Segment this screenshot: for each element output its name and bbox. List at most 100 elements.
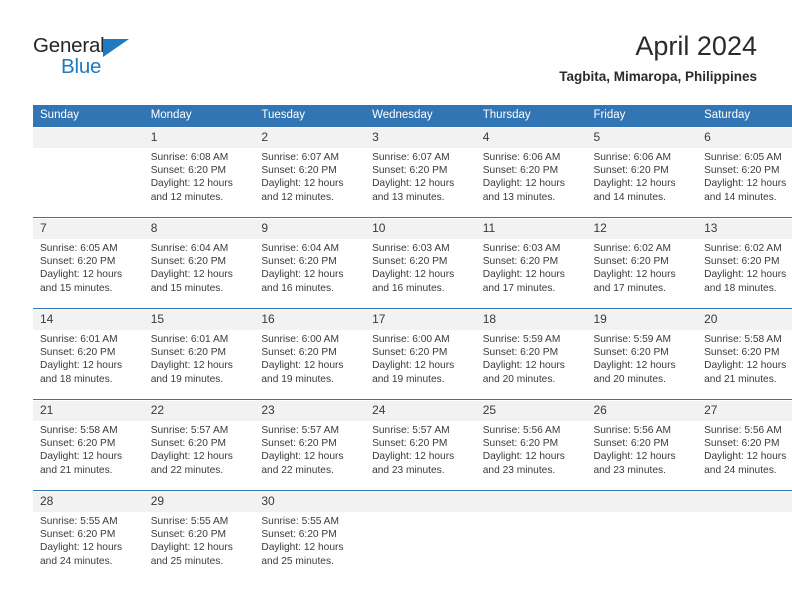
- day-number-cell[interactable]: 5: [586, 128, 698, 148]
- day-number-cell[interactable]: 23: [254, 401, 366, 421]
- day-number-cell-empty: [475, 492, 587, 512]
- day-cell-empty: [365, 512, 476, 572]
- day-number-cell-empty: [586, 492, 698, 512]
- day-cell[interactable]: Sunrise: 5:55 AM Sunset: 6:20 PM Daylight:…: [144, 512, 255, 572]
- day-cell[interactable]: Sunrise: 5:55 AM Sunset: 6:20 PM Daylight:…: [254, 512, 365, 572]
- day-cell[interactable]: Sunrise: 6:03 AM Sunset: 6:20 PM Daylight:…: [365, 239, 476, 299]
- day-number-cell[interactable]: 9: [254, 219, 366, 239]
- day-cell[interactable]: Sunrise: 6:05 AM Sunset: 6:20 PM Daylight:…: [33, 239, 144, 299]
- day-number-cell[interactable]: 16: [254, 310, 366, 330]
- day-number-cell[interactable]: 25: [475, 401, 587, 421]
- daylight-duration-line2: and 18 minutes.: [704, 282, 777, 294]
- day-number-cell[interactable]: 21: [33, 401, 144, 421]
- day-number-cell[interactable]: 29: [143, 492, 255, 512]
- sunrise-sunset-calendar-table: Sunday Monday Tuesday Wednesday Thursday…: [33, 105, 792, 572]
- daylight-duration-line1: Daylight: 12 hours: [261, 360, 344, 372]
- day-number-cell[interactable]: 13: [697, 219, 792, 239]
- day-number-cell[interactable]: 30: [254, 492, 366, 512]
- day-number-cell-empty: [33, 128, 144, 148]
- day-cell[interactable]: Sunrise: 6:07 AM Sunset: 6:20 PM Daylight:…: [254, 148, 365, 208]
- daylight-duration-line1: Daylight: 12 hours: [261, 451, 344, 463]
- sunrise-time: Sunrise: 5:55 AM: [150, 516, 229, 527]
- sunrise-time: Sunrise: 5:55 AM: [261, 516, 339, 527]
- day-number-cell[interactable]: 8: [143, 219, 255, 239]
- sunset-time: Sunset: 6:20 PM: [704, 438, 780, 450]
- sunset-time: Sunset: 6:20 PM: [40, 347, 116, 359]
- day-cell-empty: [697, 512, 792, 572]
- daylight-duration-line1: Daylight: 12 hours: [704, 360, 787, 372]
- day-cell[interactable]: Sunrise: 5:56 AM Sunset: 6:20 PM Daylight:…: [476, 421, 587, 481]
- week-daynumber-row: 28 29 30: [33, 492, 792, 512]
- daylight-duration-line2: and 16 minutes.: [372, 282, 445, 294]
- day-number-cell[interactable]: 10: [365, 219, 476, 239]
- day-cell[interactable]: Sunrise: 6:03 AM Sunset: 6:20 PM Daylight:…: [476, 239, 587, 299]
- sunrise-time: Sunrise: 5:58 AM: [704, 334, 782, 345]
- weekday-header-tuesday: Tuesday: [254, 105, 366, 127]
- daylight-duration-line1: Daylight: 12 hours: [150, 178, 233, 190]
- day-cell[interactable]: Sunrise: 6:00 AM Sunset: 6:20 PM Daylight:…: [365, 330, 476, 390]
- daylight-duration-line2: and 25 minutes.: [150, 555, 224, 567]
- day-number-cell[interactable]: 15: [143, 310, 255, 330]
- daylight-duration-line1: Daylight: 12 hours: [372, 269, 455, 281]
- weekday-header-monday: Monday: [143, 105, 255, 127]
- day-number-cell[interactable]: 7: [33, 219, 144, 239]
- day-cell[interactable]: Sunrise: 6:01 AM Sunset: 6:20 PM Daylight:…: [144, 330, 255, 390]
- day-cell[interactable]: Sunrise: 5:59 AM Sunset: 6:20 PM Daylight:…: [476, 330, 587, 390]
- day-number-cell[interactable]: 11: [475, 219, 587, 239]
- daylight-duration-line1: Daylight: 12 hours: [40, 269, 123, 281]
- day-number-cell[interactable]: 24: [365, 401, 476, 421]
- day-cell[interactable]: Sunrise: 5:57 AM Sunset: 6:20 PM Daylight:…: [144, 421, 255, 481]
- day-cell[interactable]: Sunrise: 5:59 AM Sunset: 6:20 PM Daylight:…: [586, 330, 697, 390]
- week-detail-row: Sunrise: 6:08 AM Sunset: 6:20 PM Daylight:…: [33, 148, 792, 208]
- day-number-cell[interactable]: 19: [586, 310, 698, 330]
- page-subtitle-location: Tagbita, Mimaropa, Philippines: [559, 69, 757, 84]
- day-cell[interactable]: Sunrise: 5:55 AM Sunset: 6:20 PM Daylight:…: [33, 512, 144, 572]
- day-cell[interactable]: Sunrise: 6:02 AM Sunset: 6:20 PM Daylight:…: [586, 239, 697, 299]
- day-cell[interactable]: Sunrise: 6:01 AM Sunset: 6:20 PM Daylight:…: [33, 330, 144, 390]
- sunrise-time: Sunrise: 5:59 AM: [482, 334, 561, 345]
- day-cell[interactable]: Sunrise: 6:04 AM Sunset: 6:20 PM Daylight:…: [254, 239, 365, 299]
- day-number-cell[interactable]: 2: [254, 128, 366, 148]
- day-number-cell[interactable]: 20: [697, 310, 792, 330]
- daylight-duration-line1: Daylight: 12 hours: [372, 360, 455, 372]
- day-number-cell[interactable]: 3: [365, 128, 476, 148]
- day-number-cell[interactable]: 26: [586, 401, 698, 421]
- sunset-time: Sunset: 6:20 PM: [40, 438, 116, 450]
- day-cell[interactable]: Sunrise: 6:02 AM Sunset: 6:20 PM Daylight:…: [697, 239, 792, 299]
- day-cell[interactable]: Sunrise: 5:57 AM Sunset: 6:20 PM Daylight:…: [254, 421, 365, 481]
- daylight-duration-line1: Daylight: 12 hours: [593, 269, 676, 281]
- day-number-cell[interactable]: 17: [365, 310, 476, 330]
- day-number-cell[interactable]: 12: [586, 219, 698, 239]
- sunrise-time: Sunrise: 6:02 AM: [593, 243, 672, 254]
- daylight-duration-line1: Daylight: 12 hours: [372, 178, 455, 190]
- day-number-cell[interactable]: 18: [475, 310, 587, 330]
- week-daynumber-row: 7 8 9 10 11 12 13: [33, 219, 792, 239]
- day-number-cell[interactable]: 1: [143, 128, 255, 148]
- day-cell[interactable]: Sunrise: 5:58 AM Sunset: 6:20 PM Daylight:…: [33, 421, 144, 481]
- logo-text-general: General: [33, 34, 105, 57]
- day-cell[interactable]: Sunrise: 5:56 AM Sunset: 6:20 PM Daylight:…: [697, 421, 792, 481]
- week-spacer: [33, 299, 792, 309]
- day-number-cell[interactable]: 28: [33, 492, 144, 512]
- day-number-cell[interactable]: 27: [697, 401, 792, 421]
- sunset-time: Sunset: 6:20 PM: [150, 165, 227, 177]
- day-cell[interactable]: Sunrise: 6:07 AM Sunset: 6:20 PM Daylight:…: [365, 148, 476, 208]
- day-cell[interactable]: Sunrise: 5:57 AM Sunset: 6:20 PM Daylight:…: [365, 421, 476, 481]
- sunrise-time: Sunrise: 6:03 AM: [372, 243, 450, 254]
- day-number-cell[interactable]: 14: [33, 310, 144, 330]
- day-cell[interactable]: Sunrise: 6:04 AM Sunset: 6:20 PM Daylight:…: [144, 239, 255, 299]
- day-number-cell[interactable]: 4: [475, 128, 587, 148]
- day-cell[interactable]: Sunrise: 5:58 AM Sunset: 6:20 PM Daylight:…: [697, 330, 792, 390]
- day-cell[interactable]: Sunrise: 6:05 AM Sunset: 6:20 PM Daylight:…: [697, 148, 792, 208]
- day-cell[interactable]: Sunrise: 6:08 AM Sunset: 6:20 PM Daylight:…: [144, 148, 255, 208]
- daylight-duration-line1: Daylight: 12 hours: [40, 451, 123, 463]
- day-cell[interactable]: Sunrise: 6:06 AM Sunset: 6:20 PM Daylight:…: [586, 148, 697, 208]
- day-number-cell[interactable]: 6: [697, 128, 792, 148]
- day-cell[interactable]: Sunrise: 6:06 AM Sunset: 6:20 PM Daylight:…: [476, 148, 587, 208]
- day-cell[interactable]: Sunrise: 6:00 AM Sunset: 6:20 PM Daylight:…: [254, 330, 365, 390]
- sunrise-time: Sunrise: 6:07 AM: [372, 152, 450, 163]
- sunset-time: Sunset: 6:20 PM: [261, 165, 337, 177]
- day-cell[interactable]: Sunrise: 5:56 AM Sunset: 6:20 PM Daylight:…: [586, 421, 697, 481]
- calendar-body: 1 2 3 4 5 6 Sunrise: 6:08 AM Sunset: 6:20 PM Day…: [33, 126, 792, 573]
- day-number-cell[interactable]: 22: [143, 401, 255, 421]
